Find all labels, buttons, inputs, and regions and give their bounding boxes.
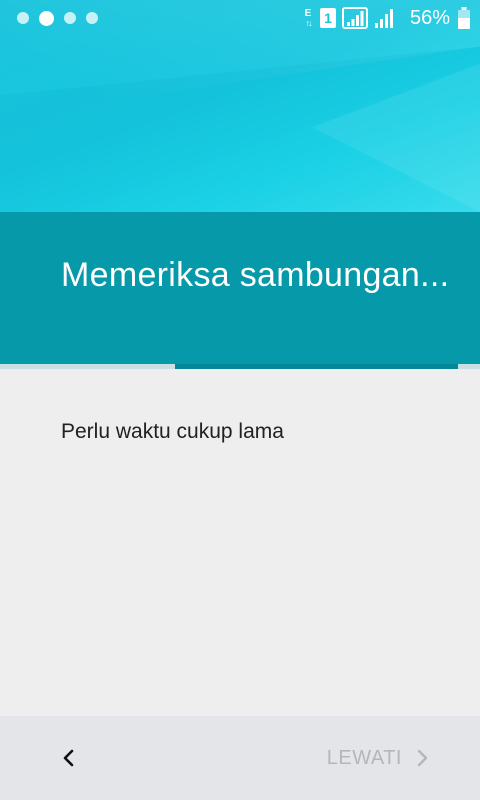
page-dot-icon [39, 10, 54, 26]
bottom-navigation-bar: LEWATI [0, 716, 480, 800]
status-message: Perlu waktu cukup lama [61, 420, 284, 443]
battery-icon [458, 7, 470, 29]
title-band: Memeriksa sambungan... [0, 212, 480, 364]
status-icons: E ↑↓ 1 56% [302, 5, 470, 31]
battery-percentage: 56% [409, 6, 450, 29]
sim-slot-icon: 1 [319, 8, 336, 28]
status-bar: E ↑↓ 1 56% [0, 0, 480, 38]
chevron-left-icon [63, 749, 74, 767]
main-content: Perlu waktu cukup lama [0, 369, 480, 716]
page-dot-icon [64, 12, 76, 24]
page-title: Memeriksa sambungan... [61, 256, 450, 294]
network-type-label: E [304, 7, 312, 19]
network-type-icon: E ↑↓ [302, 7, 314, 28]
signal-icon [374, 9, 393, 28]
notification-dots [17, 10, 98, 26]
skip-label: LEWATI [326, 746, 402, 769]
page-dot-icon [86, 12, 98, 24]
chevron-right-icon [417, 749, 428, 767]
page-dot-icon [17, 12, 29, 24]
signal-icon [341, 7, 368, 29]
signal-bars-icon [346, 11, 364, 26]
skip-button[interactable]: LEWATI [327, 734, 428, 782]
back-button[interactable] [44, 734, 92, 782]
data-activity-icon: ↑↓ [305, 17, 312, 28]
